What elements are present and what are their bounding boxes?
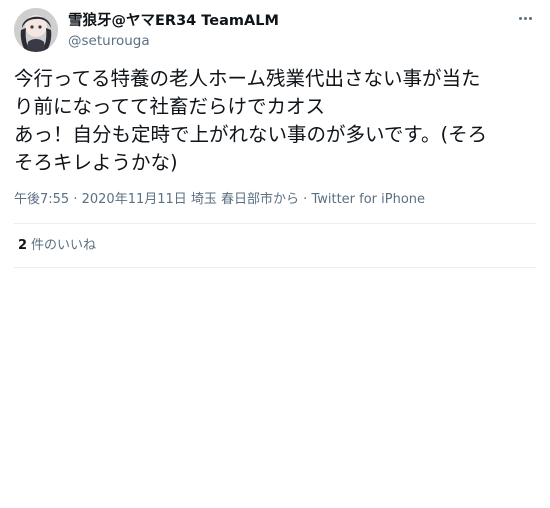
tweet-meta: 午後7:55 · 2020年11月11日 埼玉 春日部市から · Twitter… bbox=[14, 191, 425, 209]
likes-count: 2 bbox=[18, 238, 28, 253]
avatar-image bbox=[14, 8, 58, 52]
tweet-time: 午後7:55 bbox=[14, 192, 70, 207]
tweet-date: 2020年11月11日 bbox=[81, 192, 187, 207]
likes-stat[interactable]: 2 件のいいね bbox=[18, 237, 96, 255]
meta-separator: · bbox=[69, 192, 82, 207]
avatar[interactable] bbox=[14, 8, 58, 52]
divider bbox=[14, 223, 536, 224]
client-link[interactable]: Twitter for iPhone bbox=[311, 192, 425, 207]
likes-label: 件のいいね bbox=[31, 238, 97, 253]
tweet-card: 雪狼牙@ヤマER34 TeamALM @seturouga 今行ってる特養の老人… bbox=[0, 0, 550, 508]
more-horizontal-icon[interactable] bbox=[514, 10, 536, 26]
meta-separator: · bbox=[299, 192, 312, 207]
timestamp-link[interactable]: 午後7:55 · 2020年11月11日 bbox=[14, 192, 187, 207]
display-name[interactable]: 雪狼牙@ヤマER34 TeamALM bbox=[68, 12, 279, 30]
tweet-text-line: り前になってて社畜だらけでカオス bbox=[14, 95, 326, 118]
tweet-text-line: あっ！自分も定時で上がれない事のが多いです。(そろ bbox=[14, 123, 488, 146]
tweet-text-line: そろキレようかな) bbox=[14, 151, 178, 174]
tweet-text: 今行ってる特養の老人ホーム残業代出さない事が当た り前になってて社畜だらけでカオ… bbox=[14, 65, 536, 177]
divider bbox=[14, 267, 536, 268]
username[interactable]: @seturouga bbox=[68, 32, 279, 50]
author-block: 雪狼牙@ヤマER34 TeamALM @seturouga bbox=[68, 12, 279, 50]
tweet-text-line: 今行ってる特養の老人ホーム残業代出さない事が当た bbox=[14, 67, 481, 90]
location-link[interactable]: 埼玉 春日部市から bbox=[187, 192, 299, 207]
